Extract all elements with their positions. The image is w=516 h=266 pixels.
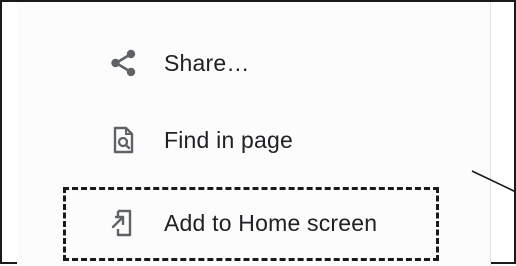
find-in-page-icon [107, 124, 139, 156]
menu-item-find-in-page[interactable]: Find in page [17, 112, 490, 168]
menu-item-share[interactable]: Share… [17, 35, 490, 91]
share-icon [107, 47, 139, 79]
menu-item-share-label: Share… [164, 49, 250, 76]
menu-item-find-in-page-label: Find in page [164, 126, 293, 153]
annotation-highlight-box [63, 187, 439, 261]
screenshot-frame: Share… Find in page Add to Home screen [0, 0, 516, 266]
